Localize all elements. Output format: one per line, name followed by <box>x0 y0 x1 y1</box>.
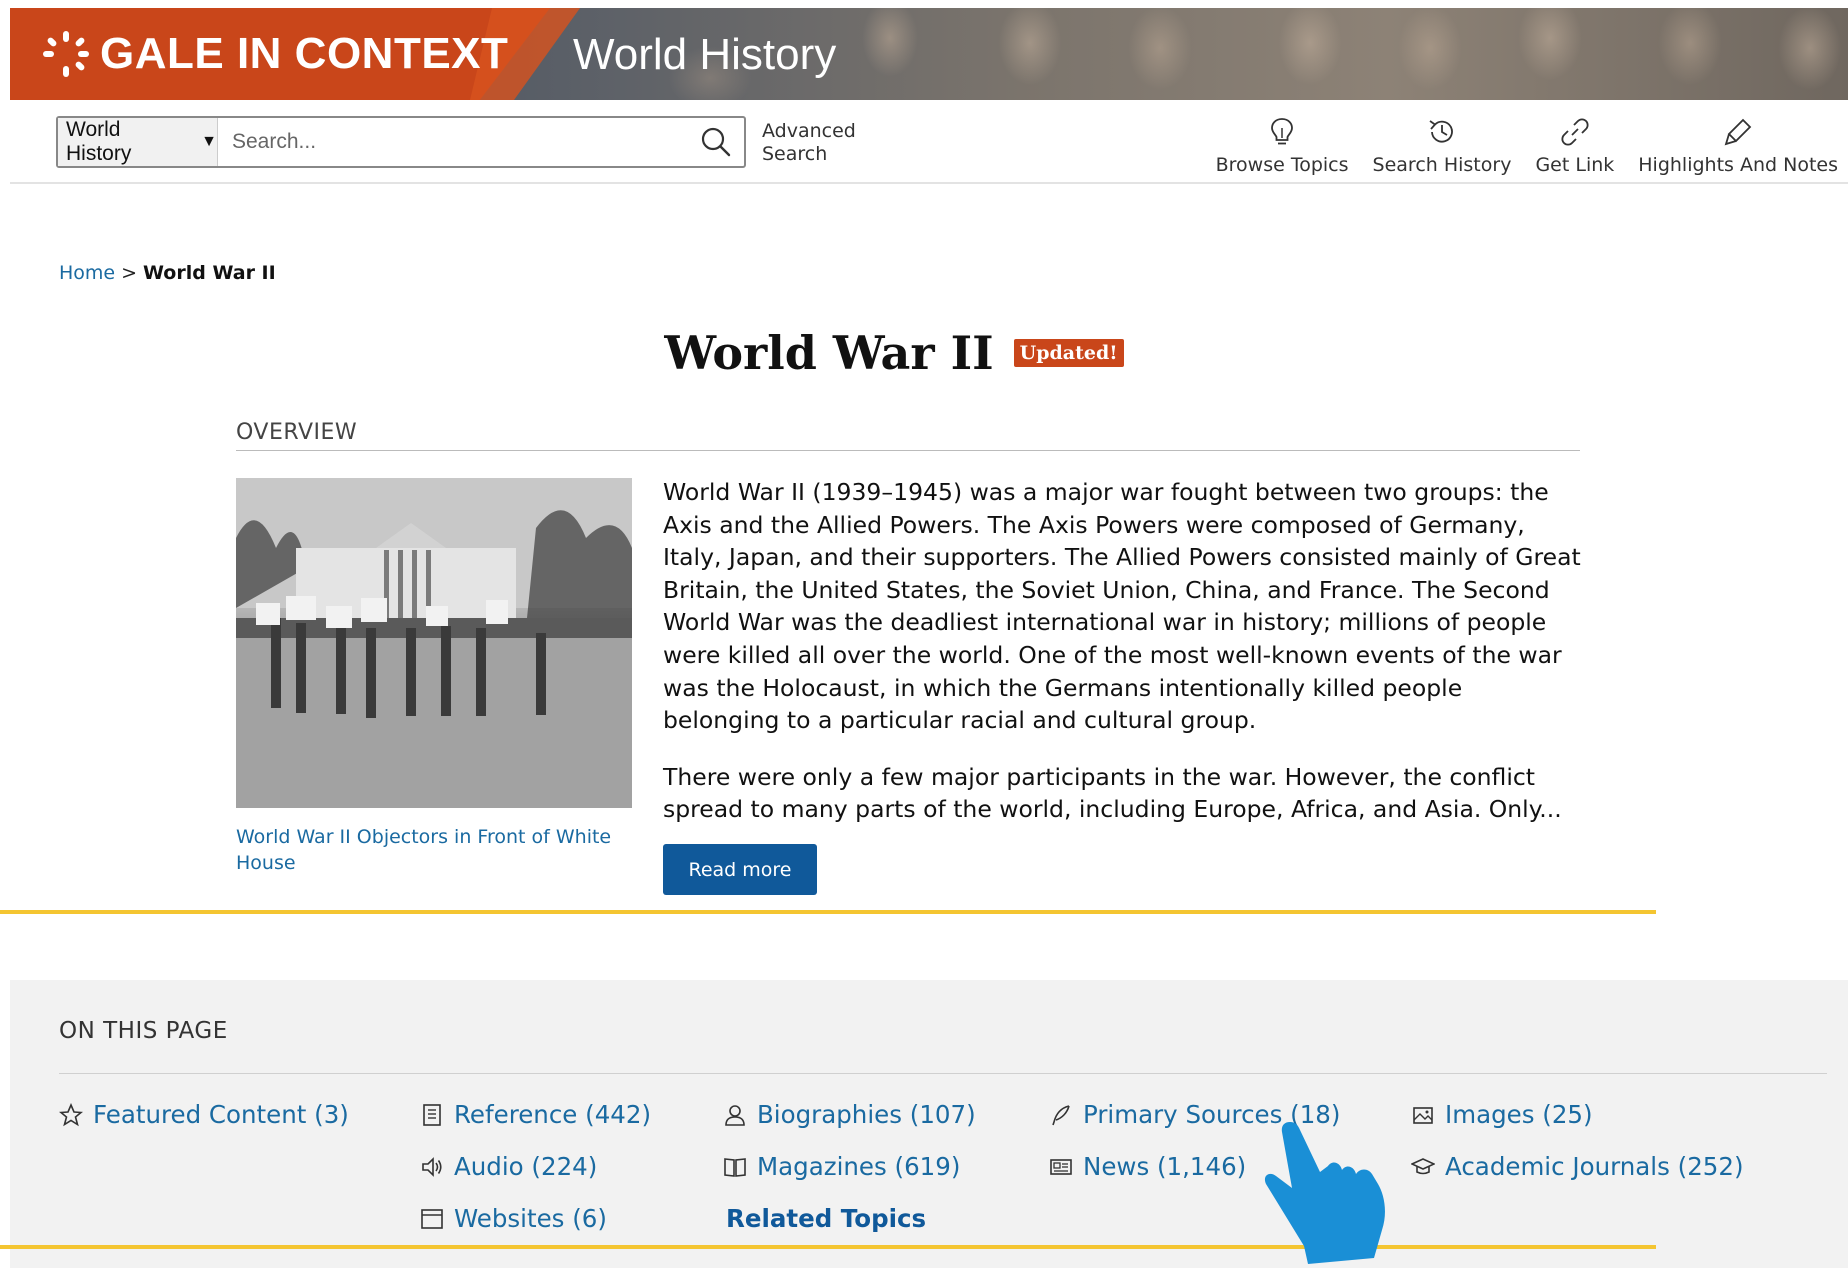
get-link-button[interactable]: Get Link <box>1535 116 1614 176</box>
star-icon <box>59 1102 83 1126</box>
link-images[interactable]: Images (25) <box>1411 1100 1593 1129</box>
white-house-photo <box>236 478 632 808</box>
search-icon <box>701 127 731 157</box>
link-label: Featured Content (3) <box>93 1100 349 1129</box>
link-reference[interactable]: Reference (442) <box>420 1100 651 1129</box>
link-label: Audio (224) <box>454 1152 598 1181</box>
brand-name: GALE IN CONTEXT <box>100 29 509 78</box>
book-icon <box>423 1103 441 1126</box>
gale-burst-icon <box>43 31 89 77</box>
link-websites[interactable]: Websites (6) <box>420 1204 607 1233</box>
overview-heading: OVERVIEW <box>236 420 358 445</box>
person-icon <box>725 1104 745 1126</box>
link-icon <box>1561 118 1589 146</box>
title-row: World War II Updated! <box>0 326 1848 380</box>
brand-logo[interactable]: GALE IN CONTEXT <box>40 28 508 80</box>
browse-topics-label: Browse Topics <box>1215 154 1349 176</box>
link-label: Websites (6) <box>454 1204 607 1233</box>
on-this-page-heading: ON THIS PAGE <box>59 1018 228 1044</box>
get-link-label: Get Link <box>1535 154 1615 176</box>
image-icon <box>1413 1106 1433 1124</box>
link-biographies[interactable]: Biographies (107) <box>723 1100 976 1129</box>
breadcrumb-separator: > <box>121 262 138 284</box>
highlight-underline <box>0 1245 1656 1249</box>
search-scope-select[interactable]: World History ▼ <box>58 118 218 166</box>
caret-down-icon: ▼ <box>201 133 217 150</box>
highlighter-icon <box>1724 118 1752 146</box>
browse-topics-button[interactable]: Browse Topics <box>1216 116 1349 176</box>
speaker-icon <box>422 1156 442 1177</box>
link-featured-content[interactable]: Featured Content (3) <box>59 1100 349 1129</box>
on-this-page-section: ON THIS PAGE Featured Content (3) Refere… <box>10 980 1848 1268</box>
updated-badge: Updated! <box>1013 339 1124 367</box>
breadcrumb: Home > World War II <box>59 262 276 284</box>
highlight-underline <box>0 910 1656 914</box>
lightbulb-icon <box>1271 118 1293 145</box>
link-related-topics[interactable]: Related Topics <box>726 1204 926 1233</box>
history-icon <box>1429 120 1453 143</box>
browser-window-icon <box>421 1208 443 1229</box>
overview-paragraph: There were only a few major participants… <box>663 762 1562 824</box>
highlights-notes-button[interactable]: Highlights And Notes <box>1638 116 1838 176</box>
advanced-search-link[interactable]: Advanced Search <box>762 120 882 166</box>
overview-text: World War II (1939–1945) was a major war… <box>663 476 1583 826</box>
hand-cursor-icon <box>1264 1122 1385 1264</box>
breadcrumb-current: World War II <box>143 262 276 284</box>
search-history-button[interactable]: Search History <box>1372 116 1512 176</box>
highlights-notes-label: Highlights And Notes <box>1638 154 1838 176</box>
breadcrumb-home[interactable]: Home <box>59 262 115 284</box>
image-caption[interactable]: World War II Objectors in Front of White… <box>236 824 636 876</box>
read-more-button[interactable]: Read more <box>663 844 817 895</box>
link-label: Reference (442) <box>454 1100 652 1129</box>
link-label: Related Topics <box>726 1204 927 1233</box>
link-label: Academic Journals (252) <box>1445 1152 1744 1181</box>
graduation-cap-icon <box>1411 1157 1435 1174</box>
link-audio[interactable]: Audio (224) <box>420 1152 597 1181</box>
link-academic-journals[interactable]: Academic Journals (252) <box>1411 1152 1744 1181</box>
search-input[interactable] <box>218 118 688 166</box>
page-title: World War II <box>664 326 994 380</box>
on-this-page-divider <box>59 1073 1827 1074</box>
search-history-label: Search History <box>1372 154 1512 176</box>
toolbar: World History ▼ Advanced Search Browse T… <box>10 100 1848 184</box>
link-label: Magazines (619) <box>757 1152 961 1181</box>
link-news[interactable]: News (1,146) <box>1049 1152 1246 1181</box>
product-name[interactable]: World History <box>573 30 836 80</box>
open-book-icon <box>724 1157 746 1177</box>
header-banner: GALE IN CONTEXT World History <box>10 8 1848 100</box>
toolbar-tools: Browse Topics Search History Get Link Hi… <box>1216 116 1838 176</box>
search-button[interactable] <box>688 118 744 166</box>
link-label: Biographies (107) <box>757 1100 976 1129</box>
search-scope-value: World History <box>66 118 132 165</box>
overview-paragraph: World War II (1939–1945) was a major war… <box>663 478 1581 735</box>
overview-divider <box>236 450 1580 451</box>
newspaper-icon <box>1050 1158 1072 1175</box>
quill-icon <box>1052 1104 1070 1125</box>
link-label: Images (25) <box>1445 1100 1593 1129</box>
search-box: World History ▼ <box>56 116 746 168</box>
link-magazines[interactable]: Magazines (619) <box>723 1152 960 1181</box>
overview-image[interactable] <box>236 478 632 808</box>
link-label: News (1,146) <box>1083 1152 1247 1181</box>
